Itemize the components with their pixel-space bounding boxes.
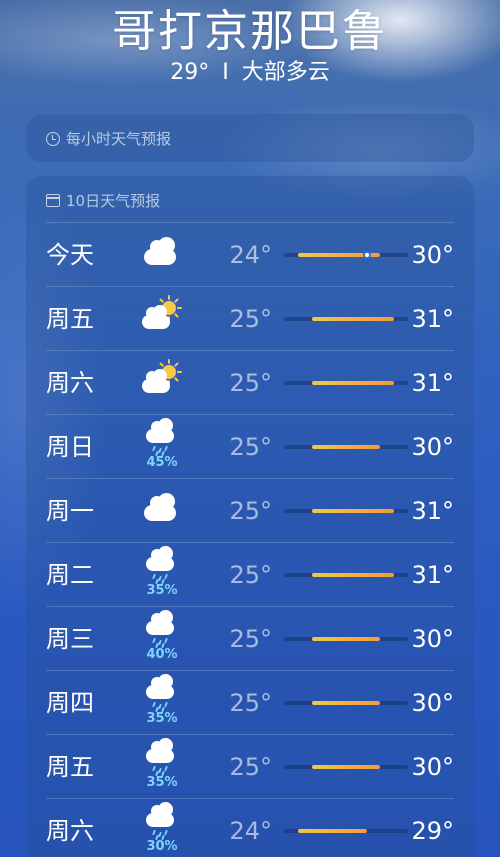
temperature-range-fill [297, 829, 367, 833]
precipitation-chance: 35% [146, 711, 178, 726]
hourly-forecast-label: 每小时天气预报 [66, 130, 172, 148]
high-temperature: 31° [411, 369, 454, 397]
temperature-range-bar [284, 251, 408, 259]
temperature-range-fill [311, 573, 395, 577]
forecast-day: 周三 [46, 625, 94, 653]
temperature-range-bar [284, 509, 408, 513]
forecast-row[interactable]: 周三 40% 25° 30° [46, 606, 454, 670]
forecast-rows: 今天 24° 30° 周五 25° 31° 周六 25° 31° 周日 45% 25° 30° 周一 25°… [26, 222, 474, 857]
temperature-range-fill [311, 765, 381, 769]
high-temperature: 31° [411, 305, 454, 333]
forecast-row[interactable]: 周二 35% 25° 31° [46, 542, 454, 606]
current-conditions: 29° I 大部多云 [0, 58, 500, 88]
forecast-row[interactable]: 周五 25° 31° [46, 286, 454, 350]
calendar-icon [46, 194, 60, 207]
forecast-row[interactable]: 周六 25° 31° [46, 350, 454, 414]
high-temperature: 30° [411, 241, 454, 269]
temperature-range-fill [311, 381, 395, 385]
forecast-row[interactable]: 周一 25° 31° [46, 478, 454, 542]
forecast-row[interactable]: 今天 24° 30° [46, 222, 454, 286]
high-temperature: 30° [411, 433, 454, 461]
rain-icon: 35% [142, 735, 182, 799]
forecast-day: 周五 [46, 305, 94, 333]
high-temperature: 31° [411, 497, 454, 525]
cloud-icon [142, 223, 182, 287]
precipitation-chance: 35% [146, 775, 178, 790]
precipitation-chance: 40% [146, 647, 178, 662]
temperature-range-bar [284, 317, 408, 321]
precipitation-chance: 45% [146, 455, 178, 470]
temperature-range-bar [284, 381, 408, 385]
ten-day-forecast-title: 10日天气预报 [46, 190, 160, 211]
temperature-range-bar [284, 445, 408, 449]
low-temperature: 24° [229, 817, 272, 845]
temperature-range-fill [311, 637, 381, 641]
low-temperature: 25° [229, 689, 272, 717]
temperature-range-bar [284, 637, 408, 641]
forecast-row[interactable]: 周日 45% 25° 30° [46, 414, 454, 478]
temperature-range-fill [311, 317, 395, 321]
high-temperature: 31° [411, 561, 454, 589]
temperature-range-bar [284, 829, 408, 833]
current-temperature-marker [362, 251, 371, 259]
low-temperature: 25° [229, 561, 272, 589]
forecast-day: 周五 [46, 753, 94, 781]
low-temperature: 25° [229, 497, 272, 525]
temperature-range-bar [284, 765, 408, 769]
temperature-range-fill [311, 509, 395, 513]
precipitation-chance: 35% [146, 583, 178, 598]
forecast-day: 周四 [46, 689, 94, 717]
forecast-row[interactable]: 周四 35% 25° 30° [46, 670, 454, 734]
clock-icon [46, 131, 60, 146]
rain-icon: 40% [142, 607, 182, 671]
forecast-row[interactable]: 周五 35% 25° 30° [46, 734, 454, 798]
precipitation-chance: 30% [146, 839, 178, 854]
partly-sunny-icon [142, 351, 182, 415]
temperature-range-fill [311, 701, 381, 705]
ten-day-forecast-card[interactable]: 10日天气预报 今天 24° 30° 周五 25° 31° 周六 25° 31° 周日 45% 25°… [26, 176, 474, 857]
temperature-range-bar [284, 573, 408, 577]
hourly-forecast-card[interactable]: 每小时天气预报 [26, 114, 474, 162]
low-temperature: 25° [229, 753, 272, 781]
high-temperature: 30° [411, 625, 454, 653]
current-temperature: 29° [170, 60, 210, 85]
low-temperature: 25° [229, 369, 272, 397]
forecast-day: 周一 [46, 497, 94, 525]
rain-icon: 30% [142, 799, 182, 857]
separator: I [222, 60, 229, 85]
low-temperature: 25° [229, 433, 272, 461]
rain-icon: 45% [142, 415, 182, 479]
cloud-icon [142, 479, 182, 543]
low-temperature: 25° [229, 625, 272, 653]
forecast-day: 周六 [46, 817, 94, 845]
hourly-forecast-title: 每小时天气预报 [46, 128, 171, 149]
rain-icon: 35% [142, 543, 182, 607]
high-temperature: 30° [411, 753, 454, 781]
forecast-day: 周日 [46, 433, 94, 461]
high-temperature: 29° [411, 817, 454, 845]
temperature-range-fill [311, 445, 381, 449]
forecast-row[interactable]: 周六 30% 24° 29° [46, 798, 454, 857]
rain-icon: 35% [142, 671, 182, 735]
forecast-day: 周六 [46, 369, 94, 397]
high-temperature: 30° [411, 689, 454, 717]
partly-sunny-icon [142, 287, 182, 351]
forecast-day: 今天 [46, 241, 94, 269]
forecast-day: 周二 [46, 561, 94, 589]
low-temperature: 24° [229, 241, 272, 269]
ten-day-forecast-label: 10日天气预报 [66, 192, 161, 210]
city-name: 哥打京那巴鲁 [112, 6, 388, 57]
low-temperature: 25° [229, 305, 272, 333]
condition-text: 大部多云 [241, 60, 330, 85]
temperature-range-bar [284, 701, 408, 705]
